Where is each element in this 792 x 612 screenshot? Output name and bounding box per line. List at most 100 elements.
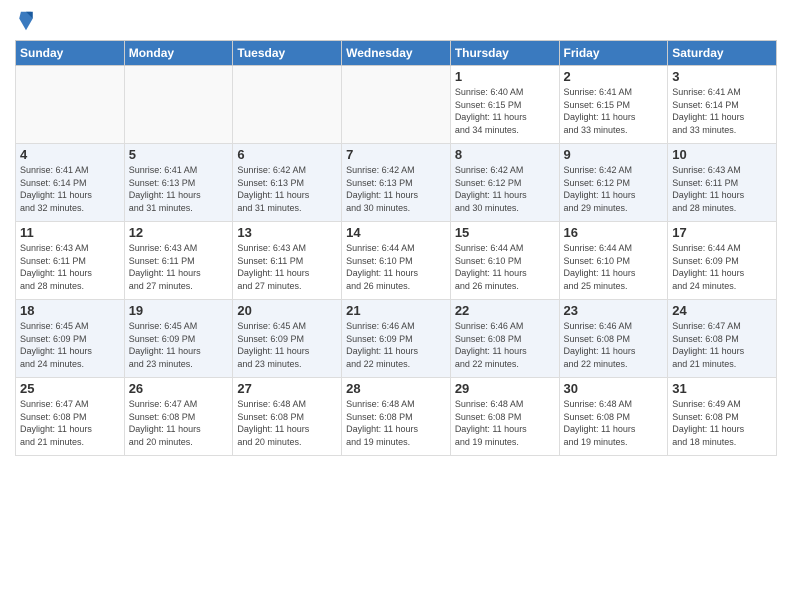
- calendar-cell: 13 Sunrise: 6:43 AM Sunset: 6:11 PM Dayli…: [233, 222, 342, 300]
- day-number: 13: [237, 225, 337, 240]
- day-number: 24: [672, 303, 772, 318]
- day-number: 20: [237, 303, 337, 318]
- calendar-cell: 12 Sunrise: 6:43 AM Sunset: 6:11 PM Dayli…: [124, 222, 233, 300]
- calendar-cell: [16, 66, 125, 144]
- day-header-tuesday: Tuesday: [233, 41, 342, 66]
- day-info: Sunrise: 6:44 AM Sunset: 6:10 PM Dayligh…: [564, 242, 664, 292]
- day-info: Sunrise: 6:41 AM Sunset: 6:14 PM Dayligh…: [672, 86, 772, 136]
- calendar-cell: 22 Sunrise: 6:46 AM Sunset: 6:08 PM Dayli…: [450, 300, 559, 378]
- day-number: 19: [129, 303, 229, 318]
- day-info: Sunrise: 6:43 AM Sunset: 6:11 PM Dayligh…: [237, 242, 337, 292]
- day-info: Sunrise: 6:44 AM Sunset: 6:09 PM Dayligh…: [672, 242, 772, 292]
- day-header-saturday: Saturday: [668, 41, 777, 66]
- calendar-cell: 27Sunrise: 6:48 AM Sunset: 6:08 PM Dayli…: [233, 378, 342, 456]
- calendar: SundayMondayTuesdayWednesdayThursdayFrid…: [15, 40, 777, 456]
- day-info: Sunrise: 6:48 AM Sunset: 6:08 PM Dayligh…: [346, 398, 446, 448]
- day-info: Sunrise: 6:47 AM Sunset: 6:08 PM Dayligh…: [20, 398, 120, 448]
- calendar-cell: 2 Sunrise: 6:41 AM Sunset: 6:15 PM Daylig…: [559, 66, 668, 144]
- calendar-cell: 5Sunrise: 6:41 AM Sunset: 6:13 PM Daylig…: [124, 144, 233, 222]
- day-number: 14: [346, 225, 446, 240]
- calendar-cell: 29 Sunrise: 6:48 AM Sunset: 6:08 PM Dayli…: [450, 378, 559, 456]
- day-info: Sunrise: 6:48 AM Sunset: 6:08 PM Dayligh…: [564, 398, 664, 448]
- day-number: 25: [20, 381, 120, 396]
- day-info: Sunrise: 6:49 AM Sunset: 6:08 PM Dayligh…: [672, 398, 772, 448]
- day-number: 3: [672, 69, 772, 84]
- day-info: Sunrise: 6:43 AM Sunset: 6:11 PM Dayligh…: [20, 242, 120, 292]
- day-number: 2: [564, 69, 664, 84]
- calendar-cell: 7 Sunrise: 6:42 AM Sunset: 6:13 PM Daylig…: [342, 144, 451, 222]
- day-info: Sunrise: 6:41 AM Sunset: 6:14 PM Dayligh…: [20, 164, 120, 214]
- calendar-cell: 10Sunrise: 6:43 AM Sunset: 6:11 PM Dayli…: [668, 144, 777, 222]
- calendar-cell: 28 Sunrise: 6:48 AM Sunset: 6:08 PM Dayli…: [342, 378, 451, 456]
- calendar-cell: 14Sunrise: 6:44 AM Sunset: 6:10 PM Dayli…: [342, 222, 451, 300]
- logo: [15, 10, 39, 32]
- calendar-cell: 24 Sunrise: 6:47 AM Sunset: 6:08 PM Dayli…: [668, 300, 777, 378]
- day-number: 16: [564, 225, 664, 240]
- day-info: Sunrise: 6:45 AM Sunset: 6:09 PM Dayligh…: [20, 320, 120, 370]
- day-number: 22: [455, 303, 555, 318]
- calendar-cell: [124, 66, 233, 144]
- day-info: Sunrise: 6:42 AM Sunset: 6:12 PM Dayligh…: [455, 164, 555, 214]
- day-number: 5: [129, 147, 229, 162]
- calendar-cell: 18Sunrise: 6:45 AM Sunset: 6:09 PM Dayli…: [16, 300, 125, 378]
- header: [15, 10, 777, 32]
- day-number: 15: [455, 225, 555, 240]
- week-row-3: 11 Sunrise: 6:43 AM Sunset: 6:11 PM Dayli…: [16, 222, 777, 300]
- day-info: Sunrise: 6:43 AM Sunset: 6:11 PM Dayligh…: [129, 242, 229, 292]
- day-header-thursday: Thursday: [450, 41, 559, 66]
- day-info: Sunrise: 6:45 AM Sunset: 6:09 PM Dayligh…: [129, 320, 229, 370]
- day-header-wednesday: Wednesday: [342, 41, 451, 66]
- calendar-cell: 31 Sunrise: 6:49 AM Sunset: 6:08 PM Dayli…: [668, 378, 777, 456]
- day-number: 11: [20, 225, 120, 240]
- calendar-cell: 1Sunrise: 6:40 AM Sunset: 6:15 PM Daylig…: [450, 66, 559, 144]
- day-info: Sunrise: 6:47 AM Sunset: 6:08 PM Dayligh…: [129, 398, 229, 448]
- day-number: 4: [20, 147, 120, 162]
- day-info: Sunrise: 6:42 AM Sunset: 6:13 PM Dayligh…: [237, 164, 337, 214]
- day-info: Sunrise: 6:46 AM Sunset: 6:09 PM Dayligh…: [346, 320, 446, 370]
- day-info: Sunrise: 6:45 AM Sunset: 6:09 PM Dayligh…: [237, 320, 337, 370]
- calendar-cell: 6 Sunrise: 6:42 AM Sunset: 6:13 PM Daylig…: [233, 144, 342, 222]
- day-info: Sunrise: 6:47 AM Sunset: 6:08 PM Dayligh…: [672, 320, 772, 370]
- calendar-cell: 16 Sunrise: 6:44 AM Sunset: 6:10 PM Dayli…: [559, 222, 668, 300]
- day-info: Sunrise: 6:42 AM Sunset: 6:12 PM Dayligh…: [564, 164, 664, 214]
- day-number: 26: [129, 381, 229, 396]
- day-number: 10: [672, 147, 772, 162]
- calendar-cell: [342, 66, 451, 144]
- day-number: 12: [129, 225, 229, 240]
- week-row-1: 1Sunrise: 6:40 AM Sunset: 6:15 PM Daylig…: [16, 66, 777, 144]
- day-number: 23: [564, 303, 664, 318]
- day-info: Sunrise: 6:42 AM Sunset: 6:13 PM Dayligh…: [346, 164, 446, 214]
- day-info: Sunrise: 6:44 AM Sunset: 6:10 PM Dayligh…: [455, 242, 555, 292]
- day-number: 29: [455, 381, 555, 396]
- day-info: Sunrise: 6:48 AM Sunset: 6:08 PM Dayligh…: [455, 398, 555, 448]
- week-row-4: 18Sunrise: 6:45 AM Sunset: 6:09 PM Dayli…: [16, 300, 777, 378]
- day-number: 9: [564, 147, 664, 162]
- day-number: 7: [346, 147, 446, 162]
- day-header-monday: Monday: [124, 41, 233, 66]
- calendar-cell: 8Sunrise: 6:42 AM Sunset: 6:12 PM Daylig…: [450, 144, 559, 222]
- day-info: Sunrise: 6:46 AM Sunset: 6:08 PM Dayligh…: [455, 320, 555, 370]
- calendar-cell: 15 Sunrise: 6:44 AM Sunset: 6:10 PM Dayli…: [450, 222, 559, 300]
- calendar-cell: 21 Sunrise: 6:46 AM Sunset: 6:09 PM Dayli…: [342, 300, 451, 378]
- day-number: 21: [346, 303, 446, 318]
- day-header-sunday: Sunday: [16, 41, 125, 66]
- calendar-cell: 23Sunrise: 6:46 AM Sunset: 6:08 PM Dayli…: [559, 300, 668, 378]
- week-row-5: 25 Sunrise: 6:47 AM Sunset: 6:08 PM Dayli…: [16, 378, 777, 456]
- day-info: Sunrise: 6:40 AM Sunset: 6:15 PM Dayligh…: [455, 86, 555, 136]
- calendar-cell: 3 Sunrise: 6:41 AM Sunset: 6:14 PM Daylig…: [668, 66, 777, 144]
- calendar-header-row: SundayMondayTuesdayWednesdayThursdayFrid…: [16, 41, 777, 66]
- calendar-cell: 17 Sunrise: 6:44 AM Sunset: 6:09 PM Dayli…: [668, 222, 777, 300]
- calendar-cell: 30 Sunrise: 6:48 AM Sunset: 6:08 PM Dayli…: [559, 378, 668, 456]
- calendar-cell: 9 Sunrise: 6:42 AM Sunset: 6:12 PM Daylig…: [559, 144, 668, 222]
- day-number: 30: [564, 381, 664, 396]
- day-number: 31: [672, 381, 772, 396]
- day-header-friday: Friday: [559, 41, 668, 66]
- day-number: 17: [672, 225, 772, 240]
- week-row-2: 4 Sunrise: 6:41 AM Sunset: 6:14 PM Daylig…: [16, 144, 777, 222]
- day-number: 6: [237, 147, 337, 162]
- calendar-cell: 25 Sunrise: 6:47 AM Sunset: 6:08 PM Dayli…: [16, 378, 125, 456]
- day-number: 27: [237, 381, 337, 396]
- day-info: Sunrise: 6:41 AM Sunset: 6:15 PM Dayligh…: [564, 86, 664, 136]
- calendar-cell: 20 Sunrise: 6:45 AM Sunset: 6:09 PM Dayli…: [233, 300, 342, 378]
- day-number: 28: [346, 381, 446, 396]
